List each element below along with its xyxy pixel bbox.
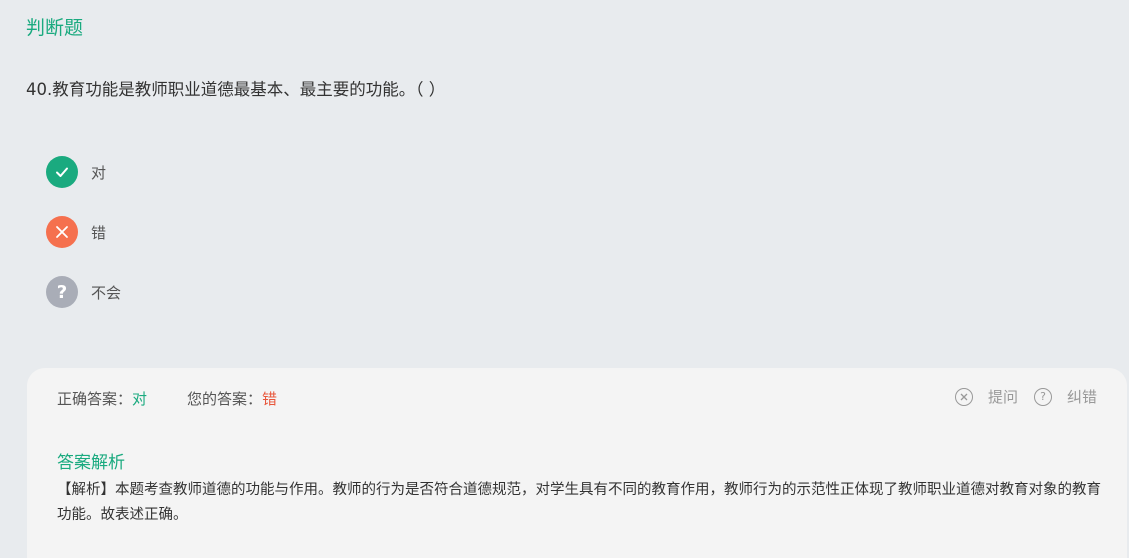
analysis-title: 答案解析 bbox=[57, 453, 125, 473]
tools: 提问 ? 纠错 bbox=[939, 386, 1097, 407]
close-icon bbox=[46, 216, 78, 248]
check-icon bbox=[46, 156, 78, 188]
ask-label: 提问 bbox=[987, 388, 1018, 406]
correct-answer-label: 正确答案： bbox=[57, 390, 133, 408]
report-label: 纠错 bbox=[1066, 388, 1097, 406]
option-false-label: 错 bbox=[91, 223, 107, 242]
help-circle-icon: ? bbox=[1033, 387, 1052, 406]
your-answer: 您的答案：错 bbox=[187, 388, 277, 409]
report-error-button[interactable]: ? 纠错 bbox=[1033, 386, 1097, 407]
option-dont-know-label: 不会 bbox=[91, 283, 122, 302]
circle-x-icon bbox=[954, 387, 973, 406]
analysis-body: 【解析】本题考查教师道德的功能与作用。教师的行为是否符合道德规范，对学生具有不同… bbox=[57, 482, 1101, 523]
ask-button[interactable]: 提问 bbox=[954, 386, 1018, 407]
option-true[interactable]: 对 bbox=[46, 156, 106, 188]
your-answer-value: 错 bbox=[262, 390, 278, 408]
option-false[interactable]: 错 bbox=[46, 216, 106, 248]
your-answer-label: 您的答案： bbox=[187, 390, 263, 408]
option-true-label: 对 bbox=[91, 163, 107, 182]
question-text: 40.教育功能是教师职业道德最基本、最主要的功能。（ ） bbox=[26, 80, 446, 99]
option-dont-know[interactable]: ? 不会 bbox=[46, 276, 121, 308]
correct-answer: 正确答案：对 bbox=[57, 388, 147, 409]
correct-answer-value: 对 bbox=[132, 390, 148, 408]
answer-panel: 正确答案：对 您的答案：错 提问 ? 纠错 答案解析 【解析】本题考查教师道德的… bbox=[27, 368, 1127, 558]
section-title: 判断题 bbox=[26, 17, 84, 39]
question-icon: ? bbox=[46, 276, 78, 308]
answer-summary: 正确答案：对 您的答案：错 bbox=[57, 388, 317, 409]
